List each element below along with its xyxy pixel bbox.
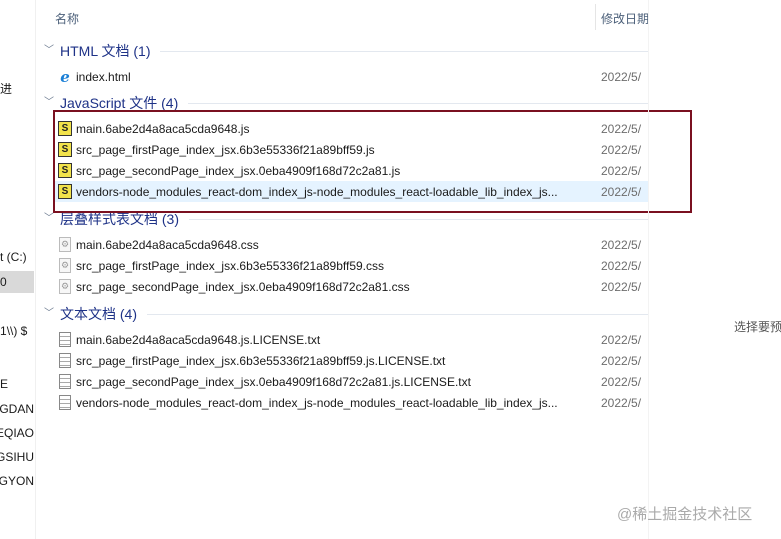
file-name: src_page_firstPage_index_jsx.6b3e55336f2… (76, 353, 446, 368)
file-row[interactable]: ⚙ main.6abe2d4a8aca5cda9648.css 2022/5/ (53, 234, 648, 255)
css-file-icon: ⚙ (57, 258, 73, 274)
css-file-icon: ⚙ (57, 279, 73, 295)
group-title: HTML 文档 (1) (60, 43, 151, 59)
sidebar-item[interactable]: GSIHU (0, 446, 34, 468)
sidebar-item[interactable]: E (0, 373, 34, 395)
file-name: index.html (76, 69, 131, 84)
file-name: vendors-node_modules_react-dom_index_js-… (76, 395, 558, 410)
file-name: src_page_firstPage_index_jsx.6b3e55336f2… (76, 258, 385, 273)
file-row[interactable]: ⚙ src_page_firstPage_index_jsx.6b3e55336f… (53, 255, 648, 276)
group-divider (147, 313, 648, 315)
watermark: @稀土掘金技术社区 (617, 506, 753, 523)
column-header-modified[interactable]: 修改日期 (601, 10, 649, 28)
chevron-down-icon[interactable]: ﹀ (44, 304, 56, 324)
file-row[interactable]: main.6abe2d4a8aca5cda9648.js.LICENSE.txt… (53, 329, 648, 350)
file-date: 2022/5/ (601, 353, 642, 368)
group-header[interactable]: ﹀ 文本文档 (4) (44, 304, 648, 324)
highlight-box (53, 110, 692, 213)
pane-divider[interactable] (648, 0, 649, 539)
preview-pane-text: 选择要预 (734, 320, 781, 334)
file-date: 2022/5/ (601, 69, 642, 84)
sidebar-item[interactable]: $ (\\1 (0, 320, 34, 342)
file-date: 2022/5/ (601, 279, 642, 294)
sidebar-item[interactable]: 0 (0, 271, 34, 293)
file-date: 2022/5/ (601, 374, 642, 389)
ie-html-icon: e (60, 67, 70, 86)
file-name: main.6abe2d4a8aca5cda9648.css (76, 237, 259, 252)
sidebar-item[interactable]: GDAN (0, 398, 34, 420)
text-file-icon (57, 374, 73, 390)
file-row[interactable]: src_page_secondPage_index_jsx.0eba4909f1… (53, 371, 648, 392)
file-row[interactable]: vendors-node_modules_react-dom_index_js-… (53, 392, 648, 413)
group-title: 文本文档 (4) (60, 306, 137, 322)
file-date: 2022/5/ (601, 395, 642, 410)
group-divider (160, 50, 648, 52)
group-divider (188, 102, 648, 104)
file-date: 2022/5/ (601, 332, 642, 347)
text-file-icon (57, 395, 73, 411)
file-row[interactable]: e index.html 2022/5/ (53, 66, 648, 87)
text-file-icon (57, 353, 73, 369)
file-name: src_page_secondPage_index_jsx.0eba4909f1… (76, 279, 410, 294)
text-file-icon (57, 332, 73, 348)
file-date: 2022/5/ (601, 258, 642, 273)
column-separator[interactable] (595, 4, 596, 30)
css-file-icon: ⚙ (57, 237, 73, 253)
group-header[interactable]: ﹀ HTML 文档 (1) (44, 41, 648, 61)
file-row[interactable]: src_page_firstPage_index_jsx.6b3e55336f2… (53, 350, 648, 371)
column-header-name[interactable]: 名称 (55, 10, 79, 28)
sidebar-item[interactable]: EQIAO (0, 422, 34, 444)
file-name: src_page_secondPage_index_jsx.0eba4909f1… (76, 374, 471, 389)
file-name: main.6abe2d4a8aca5cda9648.js.LICENSE.txt (76, 332, 321, 347)
file-date: 2022/5/ (601, 237, 642, 252)
sidebar-item[interactable]: 进 (0, 78, 34, 100)
sidebar-item[interactable]: t (C:) (0, 246, 34, 268)
chevron-down-icon[interactable]: ﹀ (44, 41, 56, 61)
file-row[interactable]: ⚙ src_page_secondPage_index_jsx.0eba4909f… (53, 276, 648, 297)
group-divider (189, 218, 648, 220)
sidebar-item[interactable]: GYON (0, 470, 34, 492)
navigation-pane: 进 t (C:) 0 $ (\\1 E GDANEQIAOGSIHUGYON (0, 0, 36, 539)
